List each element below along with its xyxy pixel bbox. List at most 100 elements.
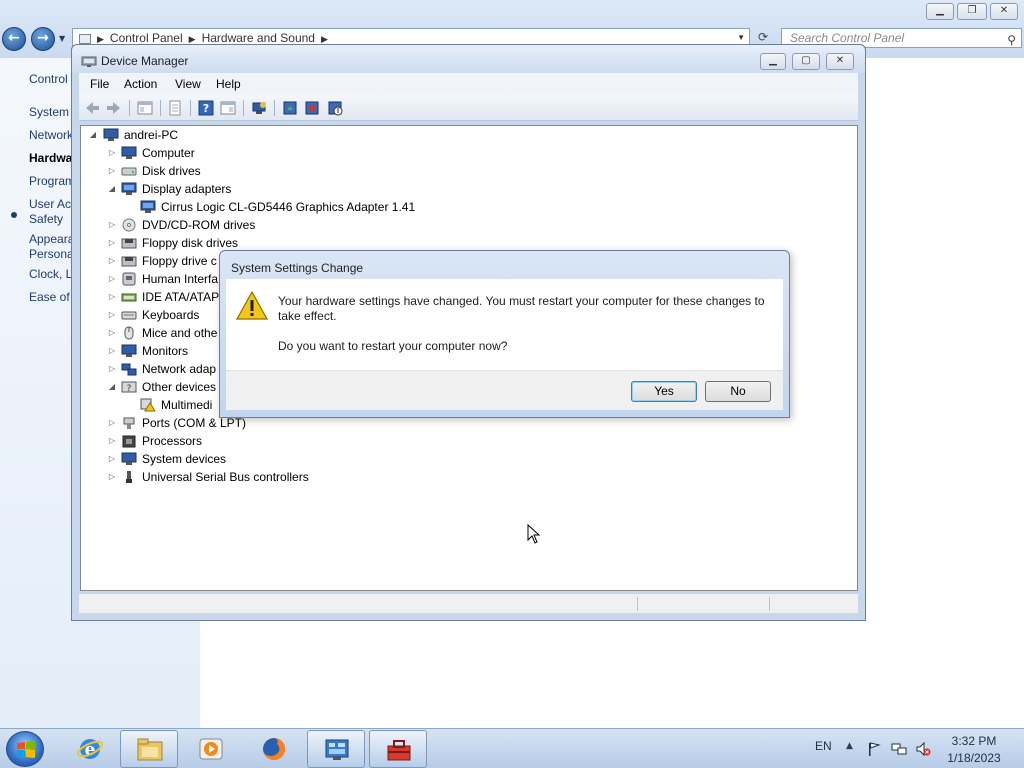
computer-icon (103, 128, 119, 141)
volume-muted-icon[interactable] (915, 741, 931, 757)
sidebar-link-programs[interactable]: Program (29, 174, 75, 188)
system-icon (121, 452, 137, 465)
cp-minimize-button[interactable]: ▁ (926, 3, 954, 20)
sidebar-link-system[interactable]: System (29, 105, 69, 119)
expand-arrow-icon[interactable]: ▷ (107, 162, 117, 180)
sidebar-link-hardware[interactable]: Hardwa (29, 151, 72, 165)
expand-arrow-icon[interactable]: ▷ (107, 306, 117, 324)
expand-arrow-icon[interactable]: ▷ (107, 270, 117, 288)
update-driver-icon[interactable] (282, 100, 298, 116)
tree-node-label: Computer (142, 146, 195, 160)
folder-icon (137, 738, 163, 761)
search-icon[interactable]: ⚲ (1007, 31, 1016, 49)
back-icon[interactable]: ← (2, 27, 26, 51)
sidebar-link-control-panel-home[interactable]: Control (29, 72, 68, 86)
expand-arrow-icon[interactable]: ▷ (107, 252, 117, 270)
taskbar-windows-explorer[interactable] (120, 730, 178, 768)
status-divider (769, 597, 770, 611)
status-bar (79, 593, 858, 613)
sidebar-link-personalization[interactable]: Persona (29, 247, 74, 261)
menu-action[interactable]: Action (124, 77, 157, 91)
search-placeholder: Search Control Panel (790, 31, 905, 45)
menu-help[interactable]: Help (216, 77, 241, 91)
cp-close-button[interactable]: ✕ (990, 3, 1018, 20)
tree-node-label: Universal Serial Bus controllers (142, 470, 309, 484)
device-manager-title-bar[interactable]: Device Manager ▁ ▢ ✕ (72, 45, 865, 73)
toolbar-separator (274, 100, 275, 116)
expand-arrow-icon[interactable]: ▷ (107, 468, 117, 486)
dvd-icon (122, 218, 136, 232)
expand-arrow-icon[interactable]: ▷ (107, 342, 117, 360)
expand-arrow-icon[interactable]: ▷ (107, 324, 117, 342)
toolbar-separator (243, 100, 244, 116)
keyboard-icon (121, 311, 137, 320)
sidebar-link-network[interactable]: Network (29, 128, 73, 142)
disable-device-icon[interactable] (327, 100, 343, 116)
expand-arrow-icon[interactable]: ▷ (107, 414, 117, 432)
minimize-button[interactable]: ▁ (760, 53, 786, 70)
windows-logo-icon (17, 741, 35, 758)
back-arrow-icon[interactable] (84, 100, 100, 116)
breadcrumb-control-panel[interactable]: Control Panel (110, 31, 183, 45)
clock-date[interactable]: 1/18/2023 (944, 751, 1004, 765)
show-hide-console-tree-icon[interactable] (137, 100, 153, 116)
tree-node-label: Monitors (142, 344, 189, 358)
taskbar-media-player[interactable] (182, 730, 240, 768)
toolbar-separator (160, 100, 161, 116)
warning-icon (236, 291, 268, 320)
collapse-arrow-icon[interactable]: ◢ (107, 378, 117, 396)
menu-file[interactable]: File (90, 77, 109, 91)
cp-navigation: ← → ▼ (2, 27, 72, 51)
collapse-arrow-icon[interactable]: ◢ (88, 126, 98, 144)
no-button[interactable]: No (705, 381, 771, 402)
breadcrumb-hardware-sound[interactable]: Hardware and Sound (202, 31, 315, 45)
yes-button[interactable]: Yes (631, 381, 697, 402)
expand-arrow-icon[interactable]: ▷ (107, 288, 117, 306)
taskbar-device-manager[interactable] (369, 730, 427, 768)
forward-icon[interactable]: → (31, 27, 55, 51)
language-indicator[interactable]: EN (815, 739, 832, 753)
computer-icon (121, 146, 137, 159)
cpu-icon (122, 435, 136, 448)
expand-arrow-icon[interactable]: ▷ (107, 450, 117, 468)
start-button[interactable] (6, 731, 44, 767)
expand-arrow-icon[interactable]: ▷ (107, 144, 117, 162)
dialog-question: Do you want to restart your computer now… (278, 339, 508, 353)
expand-arrow-icon[interactable]: ▷ (107, 360, 117, 378)
taskbar-firefox[interactable] (245, 730, 303, 768)
sidebar-link-clock[interactable]: Clock, L (29, 267, 72, 281)
taskbar-internet-explorer[interactable]: e (61, 730, 119, 768)
floppy-icon (121, 256, 137, 267)
recent-pages-icon[interactable]: ▼ (59, 34, 65, 43)
expand-arrow-icon[interactable]: ▷ (107, 234, 117, 252)
uninstall-device-icon[interactable] (304, 100, 320, 116)
clock-time[interactable]: 3:32 PM (946, 734, 1002, 748)
network-icon[interactable] (891, 741, 907, 757)
maximize-button[interactable]: ▢ (792, 53, 820, 70)
control-panel-icon (325, 739, 349, 760)
scan-hardware-changes-icon[interactable] (251, 100, 267, 116)
collapse-arrow-icon[interactable]: ◢ (107, 180, 117, 198)
action-pane-icon[interactable] (220, 100, 236, 116)
display-icon (121, 182, 137, 195)
expand-arrow-icon[interactable]: ▷ (107, 216, 117, 234)
cp-maximize-button[interactable]: ❐ (957, 3, 987, 20)
close-button[interactable]: ✕ (826, 53, 854, 70)
action-center-flag-icon[interactable] (866, 741, 882, 757)
sidebar-link-safety[interactable]: Safety (29, 212, 63, 226)
menu-view[interactable]: View (175, 77, 201, 91)
sidebar-link-appearance[interactable]: Appeara (29, 232, 74, 246)
chevron-right-icon: ▶ (320, 34, 328, 44)
other-icon: ? (121, 381, 137, 394)
tree-node-label: Multimedi (161, 398, 213, 412)
expand-arrow-icon[interactable]: ▷ (107, 432, 117, 450)
warning-icon (140, 398, 156, 412)
properties-icon[interactable] (167, 100, 183, 116)
taskbar-control-panel[interactable] (307, 730, 365, 768)
forward-arrow-icon[interactable] (106, 100, 122, 116)
tree-node-label: Human Interfa (142, 272, 219, 286)
tree-node-label: DVD/CD-ROM drives (142, 218, 256, 232)
sidebar-link-user-accounts[interactable]: User Ac (29, 197, 71, 211)
show-hidden-icons-icon[interactable]: ▲ (846, 741, 853, 751)
help-icon[interactable]: ? (198, 100, 214, 116)
